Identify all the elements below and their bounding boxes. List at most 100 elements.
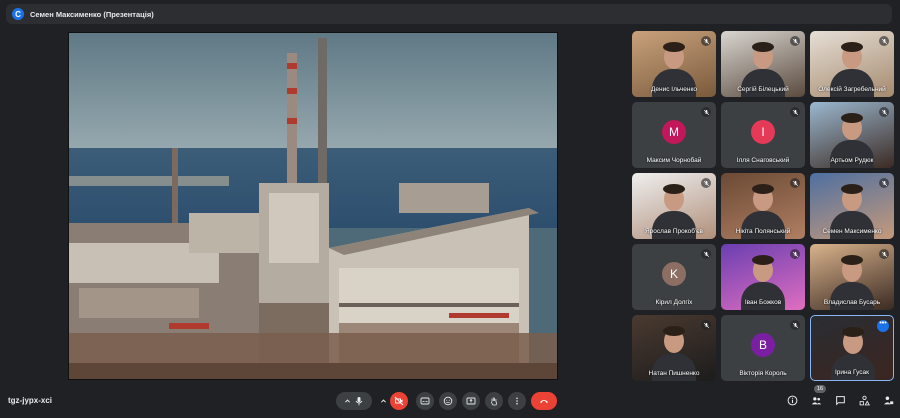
more-options-button[interactable] <box>508 392 526 410</box>
hand-icon <box>491 397 497 406</box>
microphone-control[interactable] <box>336 392 372 410</box>
emoji-icon <box>443 396 453 406</box>
mic-off-icon <box>879 36 889 46</box>
mic-off-icon <box>701 178 711 188</box>
call-controls <box>336 392 557 410</box>
chat-button[interactable] <box>834 394 846 406</box>
participant-avatar: В <box>751 333 775 357</box>
mic-off-icon <box>790 320 800 330</box>
participant-tile[interactable]: Ярослав Прокоб'єв <box>632 173 716 239</box>
participant-tile[interactable]: Артьом Рудюк <box>810 102 894 168</box>
mic-off-icon <box>790 107 800 117</box>
participant-tile[interactable]: Іван Божков <box>721 244 805 310</box>
participant-tile[interactable]: Семен Максименко <box>810 173 894 239</box>
participant-tile[interactable]: Натан Пишненко <box>632 315 716 381</box>
participant-avatar: K <box>662 262 686 286</box>
host-controls-button[interactable] <box>882 394 894 406</box>
participant-name: Семен Максименко <box>822 228 882 235</box>
mic-off-icon <box>701 36 711 46</box>
info-icon <box>787 395 797 405</box>
mic-off-icon <box>790 36 800 46</box>
participant-grid: Денис Ільченко Сергій Білецький Олексій За… <box>632 31 894 383</box>
meeting-details-button[interactable] <box>786 394 798 406</box>
participant-name: Вікторія Король <box>739 370 787 377</box>
participant-hair <box>752 184 774 194</box>
participant-tile[interactable]: Олексій Загребельний <box>810 31 894 97</box>
participant-count-badge: 16 <box>814 385 827 393</box>
captions-icon <box>420 397 430 405</box>
camera-off-icon <box>394 396 404 406</box>
participant-tile[interactable]: ••• Ірина Гусак <box>810 315 894 381</box>
chevron-up-icon[interactable] <box>344 398 351 405</box>
present-button[interactable] <box>462 392 480 410</box>
more-options-icon[interactable]: ••• <box>877 320 889 332</box>
side-panel-tools <box>786 394 894 406</box>
participant-name: Олексій Загребельний <box>818 86 886 93</box>
raise-hand-button[interactable] <box>485 392 503 410</box>
presenter-title: Семен Максименко (Презентація) <box>30 9 154 19</box>
participant-name: Іван Божков <box>744 299 782 306</box>
participant-name: Натан Пишненко <box>648 370 700 377</box>
participant-name: Максим Чорнобай <box>646 157 702 164</box>
participant-name: Сергій Білецький <box>737 86 789 93</box>
camera-off-button[interactable] <box>390 392 408 410</box>
more-vertical-icon <box>516 397 518 405</box>
participant-shoulders <box>831 354 875 380</box>
mic-off-icon <box>701 107 711 117</box>
presenter-avatar: C <box>12 8 24 20</box>
people-button[interactable] <box>810 394 822 406</box>
mic-off-icon <box>701 249 711 259</box>
participant-name: Нікіта Полянський <box>735 228 791 235</box>
participant-avatar: І <box>751 120 775 144</box>
mic-off-icon <box>701 320 711 330</box>
activities-button[interactable] <box>858 394 870 406</box>
microphone-icon[interactable] <box>354 396 364 406</box>
bottom-toolbar: tgz-jypx-xci 16 <box>0 384 900 418</box>
participant-tile[interactable]: Нікіта Полянський <box>721 173 805 239</box>
participant-hair <box>663 184 685 194</box>
mic-off-icon <box>879 249 889 259</box>
presentation-slide-image <box>69 33 557 379</box>
participant-name: Ірина Гусак <box>834 369 870 376</box>
participant-tile[interactable]: Владислав Бусарь <box>810 244 894 310</box>
people-icon <box>811 396 821 404</box>
chat-icon <box>835 395 845 406</box>
reactions-button[interactable] <box>439 392 457 410</box>
participant-hair <box>663 42 685 52</box>
presentation-stage[interactable] <box>68 32 558 380</box>
activities-icon <box>859 395 870 405</box>
mic-off-icon <box>879 107 889 117</box>
participant-hair <box>752 42 774 52</box>
participant-tile[interactable]: Сергій Білецький <box>721 31 805 97</box>
leave-call-button[interactable] <box>531 392 557 410</box>
participant-name: Денис Ільченко <box>651 86 697 93</box>
participant-hair <box>841 255 863 265</box>
mic-off-icon <box>790 249 800 259</box>
participant-name: Ілля Снаговський <box>736 157 790 164</box>
mic-off-icon <box>790 178 800 188</box>
camera-control[interactable] <box>377 392 411 410</box>
present-screen-icon <box>466 397 476 405</box>
mic-off-icon <box>879 178 889 188</box>
participant-avatar: М <box>662 120 686 144</box>
participant-hair <box>841 184 863 194</box>
captions-button[interactable] <box>416 392 434 410</box>
participant-tile[interactable]: М Максим Чорнобай <box>632 102 716 168</box>
participant-hair <box>842 327 864 337</box>
participant-tile[interactable]: В Вікторія Король <box>721 315 805 381</box>
hang-up-icon <box>540 400 548 403</box>
presenter-banner: C Семен Максименко (Презентація) <box>6 4 892 24</box>
participant-name: Кірил Долгіх <box>655 299 693 306</box>
meeting-code: tgz-jypx-xci <box>8 396 53 405</box>
participant-tile[interactable]: K Кірил Долгіх <box>632 244 716 310</box>
participant-name: Владислав Бусарь <box>823 299 881 306</box>
participant-hair <box>663 326 685 336</box>
lock-person-icon <box>883 396 893 404</box>
participant-hair <box>752 255 774 265</box>
participant-tile[interactable]: І Ілля Снаговський <box>721 102 805 168</box>
chevron-up-icon[interactable] <box>380 398 387 405</box>
participant-name: Ярослав Прокоб'єв <box>644 228 703 235</box>
participant-hair <box>841 113 863 123</box>
participant-hair <box>841 42 863 52</box>
participant-tile[interactable]: Денис Ільченко <box>632 31 716 97</box>
